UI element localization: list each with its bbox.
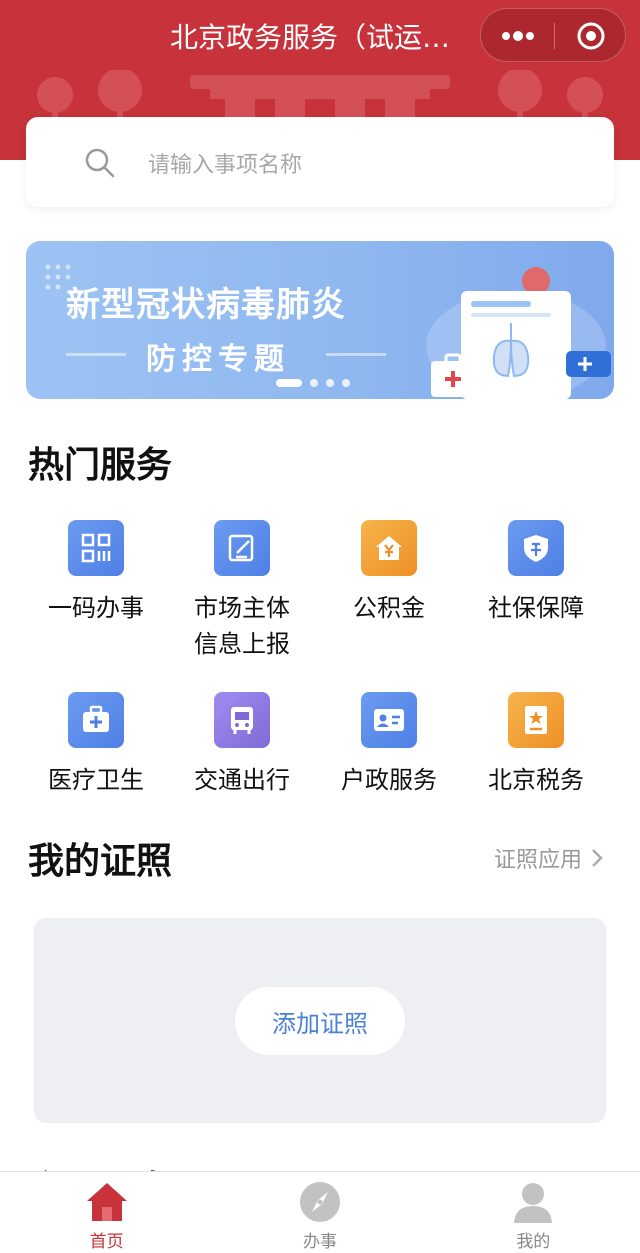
service-label: 户政服务 [341, 766, 437, 794]
medical-kit-icon [68, 692, 124, 748]
service-medical[interactable]: 医疗卫生 [26, 692, 166, 798]
add-certificate-button[interactable]: 添加证照 [235, 987, 405, 1055]
bus-icon [214, 692, 270, 748]
house-yuan-icon [361, 520, 417, 576]
bottom-tab-bar: 首页 办事 我的 [0, 1171, 640, 1253]
service-transport[interactable]: 交通出行 [172, 692, 312, 798]
service-label: 医疗卫生 [48, 766, 144, 794]
shield-icon [508, 520, 564, 576]
tab-label: 我的 [516, 1232, 551, 1252]
more-button[interactable] [481, 9, 554, 63]
service-label: 市场主体 信息上报 [194, 594, 290, 658]
chevron-right-icon [592, 849, 603, 867]
banner-line-right [326, 353, 386, 356]
tab-label: 办事 [302, 1232, 337, 1252]
service-social-security[interactable]: 社保保障 [466, 520, 606, 626]
carousel-indicator[interactable] [276, 379, 350, 387]
service-housing-fund[interactable]: 公积金 [319, 520, 459, 626]
search-input[interactable]: 请输入事项名称 [148, 147, 302, 179]
service-household[interactable]: 户政服务 [319, 692, 459, 798]
banner-line-left [66, 353, 126, 356]
tab-mine[interactable]: 我的 [427, 1172, 640, 1253]
service-market-report[interactable]: 市场主体 信息上报 [172, 520, 312, 662]
service-tax[interactable]: 北京税务 [466, 692, 606, 798]
service-one-code[interactable]: 一码办事 [26, 520, 166, 626]
certificate-card: 添加证照 [34, 918, 606, 1123]
target-close-icon [577, 22, 605, 50]
service-label: 北京税务 [488, 766, 584, 794]
qr-code-icon [68, 520, 124, 576]
certificates-heading: 我的证照 [28, 841, 173, 882]
close-button[interactable] [555, 9, 627, 63]
service-label: 公积金 [353, 594, 425, 622]
home-icon [84, 1179, 130, 1225]
certificate-apps-label: 证照应用 [494, 848, 583, 873]
service-label: 交通出行 [194, 766, 290, 794]
search-bar[interactable]: 请输入事项名称 [26, 117, 614, 207]
tab-home[interactable]: 首页 [0, 1172, 213, 1253]
carousel-dot-3[interactable] [326, 379, 334, 387]
banner-title: 新型冠状病毒肺炎 [66, 285, 346, 325]
lung-report-illustration [426, 267, 611, 399]
tab-label: 首页 [89, 1232, 124, 1252]
compass-icon [297, 1179, 343, 1225]
user-icon [510, 1179, 556, 1225]
service-label: 一码办事 [48, 594, 144, 622]
edit-document-icon [214, 520, 270, 576]
tax-book-icon [508, 692, 564, 748]
carousel-dot-2[interactable] [310, 379, 318, 387]
id-card-icon [361, 692, 417, 748]
tab-services[interactable]: 办事 [213, 1172, 426, 1253]
carousel-dot-1[interactable] [276, 379, 302, 387]
carousel-dot-4[interactable] [342, 379, 350, 387]
covid-banner[interactable]: 新型冠状病毒肺炎 防控专题 [26, 241, 614, 399]
page-title: 北京政务服务（试运行） [170, 21, 470, 54]
hot-services-heading: 热门服务 [28, 445, 173, 486]
certificate-apps-link[interactable]: 证照应用 [494, 842, 604, 874]
service-label: 社保保障 [488, 594, 584, 622]
mini-program-capsule [480, 8, 626, 62]
banner-subtitle: 防控专题 [146, 342, 290, 377]
search-icon [85, 148, 115, 178]
more-dots-icon [501, 31, 534, 41]
